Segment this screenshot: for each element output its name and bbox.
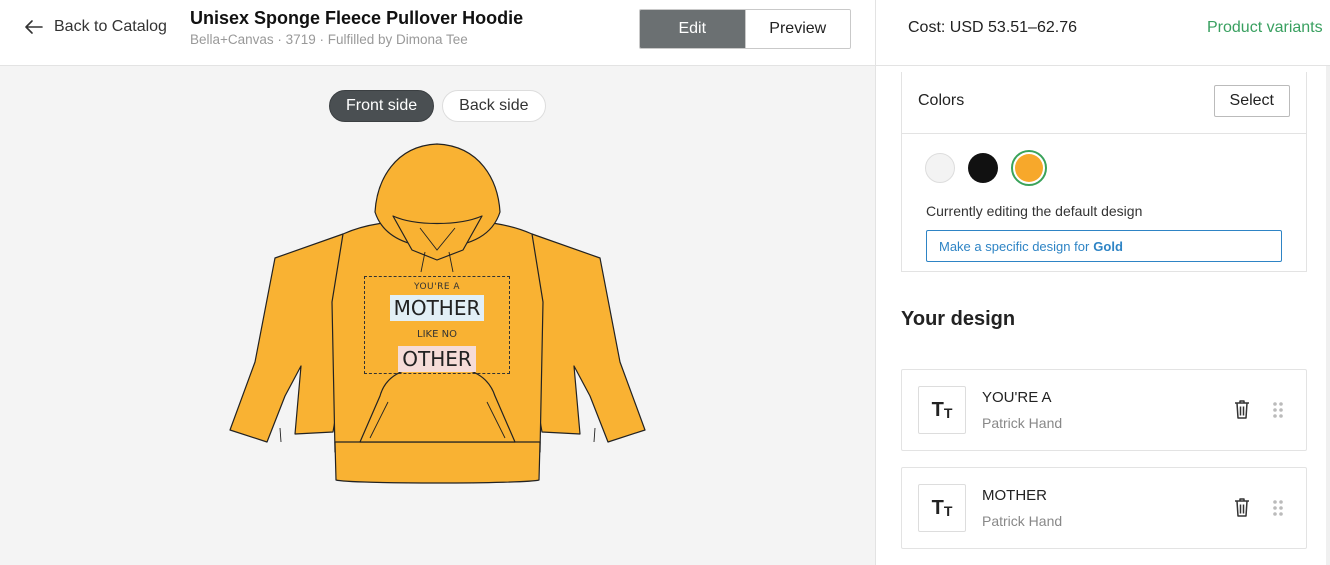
product-title-block: Unisex Sponge Fleece Pullover Hoodie Bel… [190,8,523,47]
select-colors-button[interactable]: Select [1213,85,1290,117]
design-text-other-label: OTHER [398,346,476,372]
editing-note: Currently editing the default design [926,203,1143,219]
design-text-like-no[interactable]: LIKE NO [365,329,509,340]
layer-text: YOU'RE A [982,389,1052,406]
panel-header: Cost: USD 53.51–62.76 Product variants [876,0,1330,66]
cost-range: Cost: USD 53.51–62.76 [908,19,1077,36]
drag-handle-icon[interactable] [1272,401,1284,419]
colors-card: Colors Select Currently editing the defa… [901,72,1307,272]
design-text-mother[interactable]: MOTHER [365,295,509,321]
colors-label: Colors [918,92,965,109]
drag-handle-icon[interactable] [1272,499,1284,517]
layer-font: Patrick Hand [982,415,1063,431]
colors-header: Colors Select [902,72,1306,134]
back-to-catalog-link[interactable]: Back to Catalog [24,17,167,37]
design-text-other[interactable]: OTHER [365,346,509,372]
layer-font: Patrick Hand [982,513,1063,529]
properties-panel: Cost: USD 53.51–62.76 Product variants C… [875,0,1330,565]
design-print-area[interactable]: YOU'RE A MOTHER LIKE NO OTHER [364,276,510,374]
your-design-heading: Your design [901,308,1016,330]
edit-button[interactable]: Edit [640,10,745,48]
back-side-tab[interactable]: Back side [442,90,546,122]
product-title: Unisex Sponge Fleece Pullover Hoodie [190,8,524,28]
panel-scrollbar[interactable] [1326,66,1330,565]
specific-prefix: Make a specific design for [939,238,1090,254]
swatch-gold-fill [1015,154,1043,182]
design-layer[interactable]: TT MOTHER Patrick Hand [901,467,1307,549]
trash-icon[interactable] [1232,496,1252,518]
swatch-black[interactable] [968,153,998,183]
back-label: Back to Catalog [54,18,167,35]
design-canvas: Front side Back side YOU'RE A MOTHER LIK… [0,66,875,565]
product-subtitle: Bella+Canvas · 3719 · Fulfilled by Dimon… [190,32,468,47]
trash-icon[interactable] [1232,398,1252,420]
front-side-tab[interactable]: Front side [329,90,435,122]
swatch-gold-selected[interactable] [1011,150,1047,186]
arrow-left-icon [25,20,43,34]
product-editor: Back to Catalog Unisex Sponge Fleece Pul… [0,0,1330,565]
color-swatches [925,150,1047,186]
side-toggle: Front side Back side [329,90,546,122]
preview-button[interactable]: Preview [744,10,850,48]
text-layer-icon: TT [918,386,966,434]
specific-color: Gold [1093,238,1123,254]
product-variants-link[interactable]: Product variants [1207,19,1323,37]
layer-text: MOTHER [982,487,1047,504]
edit-preview-toggle: Edit Preview [639,9,851,49]
make-specific-design-button[interactable]: Make a specific design for Gold [926,230,1282,262]
text-layer-icon: TT [918,484,966,532]
design-text-mother-label: MOTHER [389,295,485,321]
editor-header: Back to Catalog Unisex Sponge Fleece Pul… [0,0,875,66]
swatch-white[interactable] [925,153,955,183]
design-text-youre-a[interactable]: YOU'RE A [365,282,509,292]
design-layer[interactable]: TT YOU'RE A Patrick Hand [901,369,1307,451]
